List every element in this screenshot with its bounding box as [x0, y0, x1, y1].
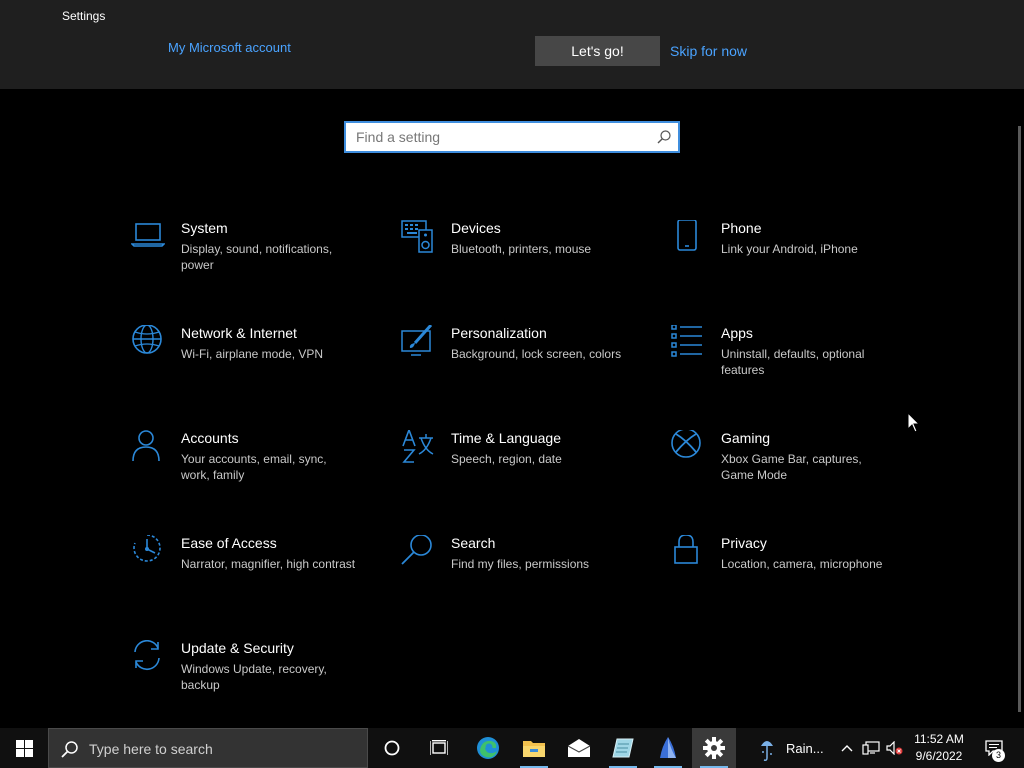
person-icon — [132, 430, 160, 462]
tile-description: Speech, region, date — [451, 452, 562, 466]
tile-gaming[interactable]: Gaming Xbox Game Bar, captures, Game Mod… — [671, 430, 911, 510]
tile-devices[interactable]: Devices Bluetooth, printers, mouse — [401, 220, 641, 300]
tile-apps[interactable]: Apps Uninstall, defaults, optional featu… — [671, 325, 911, 405]
folder-icon — [523, 741, 545, 757]
taskbar-file-explorer[interactable] — [512, 728, 556, 768]
tile-description: Your accounts, email, sync, work, family — [181, 452, 327, 482]
tile-title: Network & Internet — [181, 325, 297, 341]
top-banner: Settings My Microsoft account Let's go! … — [0, 0, 1024, 89]
notification-count-badge: 3 — [992, 749, 1005, 762]
tile-ease-of-access[interactable]: Ease of Access Narrator, magnifier, high… — [131, 535, 371, 615]
taskbar-mail[interactable] — [557, 728, 601, 768]
gear-icon — [703, 737, 725, 759]
tile-description: Narrator, magnifier, high contrast — [181, 557, 356, 571]
tile-description: Xbox Game Bar, captures, Game Mode — [721, 452, 862, 482]
window-title: Settings — [62, 9, 106, 23]
clock-time: 11:52 AM — [914, 732, 964, 746]
paint-monitor-icon — [401, 325, 433, 356]
chevron-up-icon — [841, 745, 853, 752]
taskbar-app-notepad[interactable] — [601, 728, 645, 768]
task-view-icon — [430, 740, 448, 755]
tile-description: Display, sound, notifications, power — [181, 242, 333, 272]
tile-description: Link your Android, iPhone — [721, 242, 858, 256]
tile-title: Gaming — [721, 430, 771, 446]
tile-title: Personalization — [451, 325, 547, 341]
tile-privacy[interactable]: Privacy Location, camera, microphone — [671, 535, 911, 615]
tile-description: Uninstall, defaults, optional features — [721, 347, 865, 377]
mail-envelope-icon — [567, 739, 591, 757]
tile-description: Wi-Fi, airplane mode, VPN — [181, 347, 324, 361]
mouse-cursor-icon — [907, 412, 921, 433]
taskbar-search-placeholder: Type here to search — [89, 741, 213, 757]
tile-title: System — [181, 220, 228, 236]
tile-network-internet[interactable]: Network & Internet Wi-Fi, airplane mode,… — [131, 325, 371, 405]
ease-of-access-icon — [133, 535, 161, 562]
taskbar-weather[interactable]: Rain... — [746, 728, 832, 768]
windows-logo-icon — [15, 739, 33, 757]
speaker-muted-icon — [886, 741, 903, 755]
taskbar-settings[interactable] — [692, 728, 736, 768]
lets-go-button[interactable]: Let's go! — [535, 36, 660, 66]
network-wired-icon — [862, 741, 880, 755]
tile-title: Ease of Access — [181, 535, 277, 551]
clock-date: 9/6/2022 — [915, 749, 963, 763]
taskbar-edge[interactable] — [466, 728, 510, 768]
time-language-icon — [402, 430, 434, 463]
umbrella-icon — [761, 741, 773, 761]
skip-for-now-link[interactable]: Skip for now — [670, 43, 747, 59]
action-center-button[interactable] — [976, 728, 1012, 768]
tile-title: Phone — [721, 220, 762, 236]
app-list-icon — [671, 325, 702, 357]
lock-icon — [674, 535, 698, 564]
cortana-button[interactable] — [370, 728, 414, 768]
search-icon — [61, 741, 78, 758]
xbox-icon — [671, 430, 701, 458]
magnifier-icon — [401, 535, 432, 565]
find-setting-input[interactable] — [346, 123, 656, 151]
taskbar-search-box[interactable]: Type here to search — [48, 728, 368, 768]
tile-description: Bluetooth, printers, mouse — [451, 242, 592, 256]
paint-app-icon — [660, 737, 676, 758]
tile-description: Find my files, permissions — [451, 557, 590, 571]
scrollbar[interactable] — [1018, 126, 1021, 712]
taskbar: Type here to search Rain... 11:52 AM 9/6… — [0, 728, 1024, 768]
tile-accounts[interactable]: Accounts Your accounts, email, sync, wor… — [131, 430, 371, 510]
weather-label: Rain... — [786, 741, 824, 756]
tile-system[interactable]: System Display, sound, notifications, po… — [131, 220, 371, 300]
notepad-app-icon — [612, 738, 634, 758]
taskbar-app-paint3d[interactable] — [646, 728, 690, 768]
laptop-icon — [131, 223, 165, 247]
sync-arrows-icon — [134, 640, 160, 671]
edge-browser-icon — [477, 737, 499, 759]
tile-title: Privacy — [721, 535, 767, 551]
tile-title: Time & Language — [451, 430, 561, 446]
my-microsoft-account-link[interactable]: My Microsoft account — [168, 40, 291, 55]
volume-tray-button[interactable] — [884, 728, 906, 768]
tile-title: Devices — [451, 220, 501, 236]
search-icon[interactable] — [656, 129, 672, 145]
task-view-button[interactable] — [417, 728, 461, 768]
tile-time-language[interactable]: Time & Language Speech, region, date — [401, 430, 641, 510]
tile-personalization[interactable]: Personalization Background, lock screen,… — [401, 325, 641, 405]
tile-update-security[interactable]: Update & Security Windows Update, recove… — [131, 640, 371, 720]
tile-description: Windows Update, recovery, backup — [181, 662, 327, 692]
network-tray-button[interactable] — [860, 728, 882, 768]
show-hidden-icons-button[interactable] — [838, 728, 856, 768]
tile-search[interactable]: Search Find my files, permissions — [401, 535, 641, 615]
keyboard-speaker-icon — [401, 220, 433, 253]
find-setting-search[interactable] — [344, 121, 680, 153]
tile-description: Location, camera, microphone — [721, 557, 883, 571]
cortana-circle-icon — [384, 740, 400, 756]
tile-title: Apps — [721, 325, 753, 341]
tile-phone[interactable]: Phone Link your Android, iPhone — [671, 220, 911, 300]
tile-title: Search — [451, 535, 496, 551]
tile-description: Background, lock screen, colors — [451, 347, 622, 361]
globe-icon — [132, 325, 162, 354]
start-button[interactable] — [0, 728, 48, 768]
phone-icon — [677, 220, 697, 251]
taskbar-clock[interactable]: 11:52 AM 9/6/2022 — [906, 731, 972, 765]
tile-title: Update & Security — [181, 640, 294, 656]
tile-title: Accounts — [181, 430, 239, 446]
